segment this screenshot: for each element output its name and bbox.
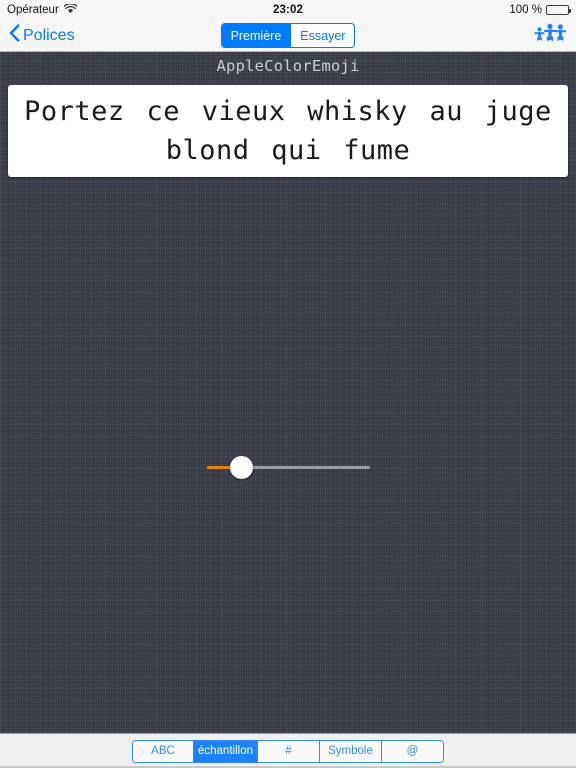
back-button-label: Polices — [23, 26, 75, 44]
bottom-toolbar: ABC échantillon # Symbole @ — [0, 733, 576, 768]
battery-percent-label: 100 % — [509, 4, 542, 16]
tab-essayer[interactable]: Essayer — [290, 24, 355, 47]
bottom-tab-hash[interactable]: # — [257, 740, 319, 762]
font-size-slider[interactable] — [207, 456, 370, 480]
bottom-tab-at[interactable]: @ — [381, 740, 443, 762]
slider-thumb[interactable] — [230, 456, 253, 479]
tab-premiere[interactable]: Première — [221, 24, 291, 47]
chevron-left-icon — [9, 24, 20, 47]
app-root: Opérateur 23:02 100 % Polices Première E… — [0, 0, 576, 768]
status-bar-right: 100 % — [509, 4, 571, 16]
carrier-label: Opérateur — [7, 4, 59, 16]
status-bar: Opérateur 23:02 100 % — [0, 0, 576, 20]
back-button[interactable]: Polices — [9, 24, 75, 47]
nav-segmented-control[interactable]: Première Essayer — [220, 23, 356, 48]
status-bar-time: 23:02 — [273, 4, 303, 16]
bottom-segmented-control[interactable]: ABC échantillon # Symbole @ — [132, 739, 444, 763]
main-content-area: AppleColorEmoji Portez ce vieux whisky a… — [0, 52, 576, 733]
nav-segmented-control-wrap: Première Essayer — [0, 23, 576, 48]
bottom-tab-echantillon[interactable]: échantillon — [193, 740, 257, 762]
bottom-tab-symbole[interactable]: Symbole — [319, 740, 381, 762]
wifi-icon — [63, 2, 78, 17]
font-name-title: AppleColorEmoji — [216, 57, 360, 75]
battery-full-icon — [546, 5, 571, 15]
sample-text: Portez ce vieux whisky au juge blond qui… — [24, 95, 552, 166]
sample-text-card[interactable]: Portez ce vieux whisky au juge blond qui… — [8, 85, 568, 177]
navigation-bar: Polices Première Essayer — [0, 20, 576, 52]
status-bar-left: Opérateur — [7, 2, 78, 17]
bottom-tab-abc[interactable]: ABC — [133, 740, 193, 762]
family-group-icon — [533, 23, 567, 48]
family-group-button[interactable] — [533, 23, 567, 48]
